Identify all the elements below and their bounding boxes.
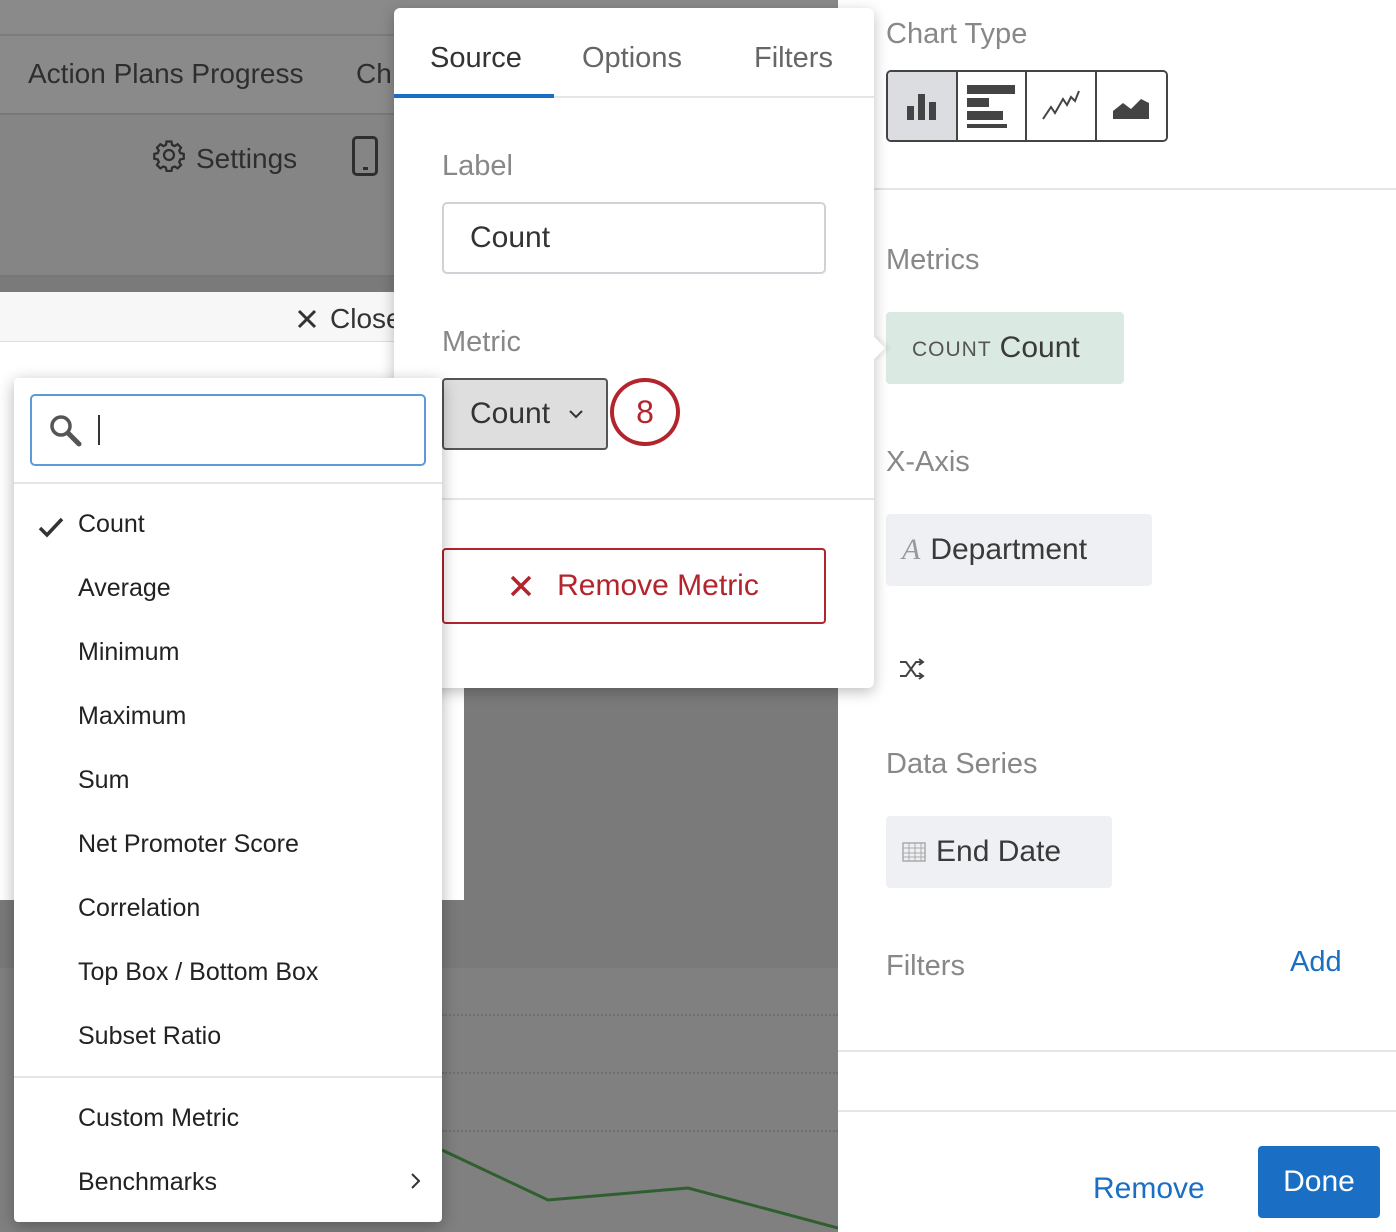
data-series-heading: Data Series bbox=[886, 748, 1038, 780]
metric-select[interactable]: Count bbox=[442, 378, 608, 450]
menu-item-count[interactable]: Count bbox=[78, 510, 145, 539]
remove-metric-button[interactable]: Remove Metric bbox=[442, 548, 826, 624]
chart-type-area-button[interactable] bbox=[1096, 72, 1166, 140]
metric-popover: Source Options Filters Label Count Metri… bbox=[394, 8, 886, 688]
chart-type-selector bbox=[886, 70, 1168, 142]
chevron-down-icon bbox=[569, 410, 583, 419]
step-number-badge: 8 bbox=[610, 378, 680, 446]
metric-pill-label: Count bbox=[999, 331, 1080, 364]
filters-heading: Filters bbox=[886, 950, 965, 982]
menu-item-average[interactable]: Average bbox=[78, 574, 171, 603]
chart-type-line-button[interactable] bbox=[1027, 72, 1097, 140]
search-input[interactable] bbox=[30, 394, 426, 466]
chart-settings-sidebar: Chart Type Metrics COUNT Count X-Axis A … bbox=[838, 0, 1396, 1232]
metric-pill[interactable]: COUNT Count bbox=[886, 312, 1124, 384]
add-filter-link[interactable]: Add bbox=[1290, 946, 1342, 979]
menu-item-minimum[interactable]: Minimum bbox=[78, 638, 179, 667]
tab-filters[interactable]: Filters bbox=[754, 42, 833, 75]
data-series-pill-label: End Date bbox=[936, 835, 1062, 868]
text-caret bbox=[98, 415, 100, 445]
remove-metric-label: Remove Metric bbox=[557, 569, 759, 602]
active-tab-indicator bbox=[394, 94, 554, 98]
area-chart-icon bbox=[1113, 99, 1150, 119]
metrics-heading: Metrics bbox=[886, 244, 980, 276]
label-input[interactable]: Count bbox=[442, 202, 826, 274]
tab-source[interactable]: Source bbox=[430, 42, 522, 75]
metric-heading: Metric bbox=[442, 326, 521, 358]
done-button[interactable]: Done bbox=[1258, 1146, 1380, 1218]
x-axis-pill-label: Department bbox=[930, 533, 1088, 566]
menu-item-benchmarks[interactable]: Benchmarks bbox=[78, 1168, 217, 1197]
menu-item-custom-metric[interactable]: Custom Metric bbox=[78, 1104, 239, 1133]
horizontal-bar-chart-icon bbox=[967, 85, 1016, 128]
label-heading: Label bbox=[442, 150, 513, 182]
menu-item-subset-ratio[interactable]: Subset Ratio bbox=[78, 1022, 221, 1051]
search-icon bbox=[50, 415, 82, 447]
sidebar-footer: Remove Done bbox=[838, 1110, 1396, 1232]
checkmark-icon bbox=[38, 517, 64, 538]
swap-axes-icon[interactable] bbox=[898, 656, 926, 687]
chart-type-heading: Chart Type bbox=[886, 18, 1028, 50]
date-field-icon bbox=[902, 842, 926, 862]
metric-pill-type: COUNT bbox=[912, 338, 992, 361]
menu-item-correlation[interactable]: Correlation bbox=[78, 894, 200, 923]
chevron-right-icon bbox=[411, 1173, 421, 1189]
metric-select-value: Count bbox=[470, 397, 551, 430]
bar-chart-icon bbox=[906, 94, 936, 120]
label-input-value: Count bbox=[470, 221, 551, 254]
x-axis-pill[interactable]: A Department bbox=[886, 514, 1152, 586]
menu-item-top-box-bottom-box[interactable]: Top Box / Bottom Box bbox=[78, 958, 318, 987]
chart-type-horizontal-bar-button[interactable] bbox=[957, 72, 1027, 140]
remove-widget-button[interactable]: Remove bbox=[1093, 1172, 1205, 1206]
data-series-pill[interactable]: End Date bbox=[886, 816, 1112, 888]
line-chart-icon bbox=[1041, 90, 1080, 120]
metric-dropdown-menu: Count Average Minimum Maximum Sum Net Pr… bbox=[14, 378, 442, 1222]
x-axis-heading: X-Axis bbox=[886, 446, 970, 478]
menu-item-net-promoter-score[interactable]: Net Promoter Score bbox=[78, 830, 299, 859]
close-icon bbox=[510, 575, 532, 597]
tab-options[interactable]: Options bbox=[582, 42, 682, 75]
text-field-icon: A bbox=[902, 533, 921, 566]
menu-item-maximum[interactable]: Maximum bbox=[78, 702, 186, 731]
menu-item-sum[interactable]: Sum bbox=[78, 766, 129, 795]
popover-tabs: Source Options Filters bbox=[394, 8, 874, 98]
chart-type-bar-button[interactable] bbox=[888, 72, 958, 140]
